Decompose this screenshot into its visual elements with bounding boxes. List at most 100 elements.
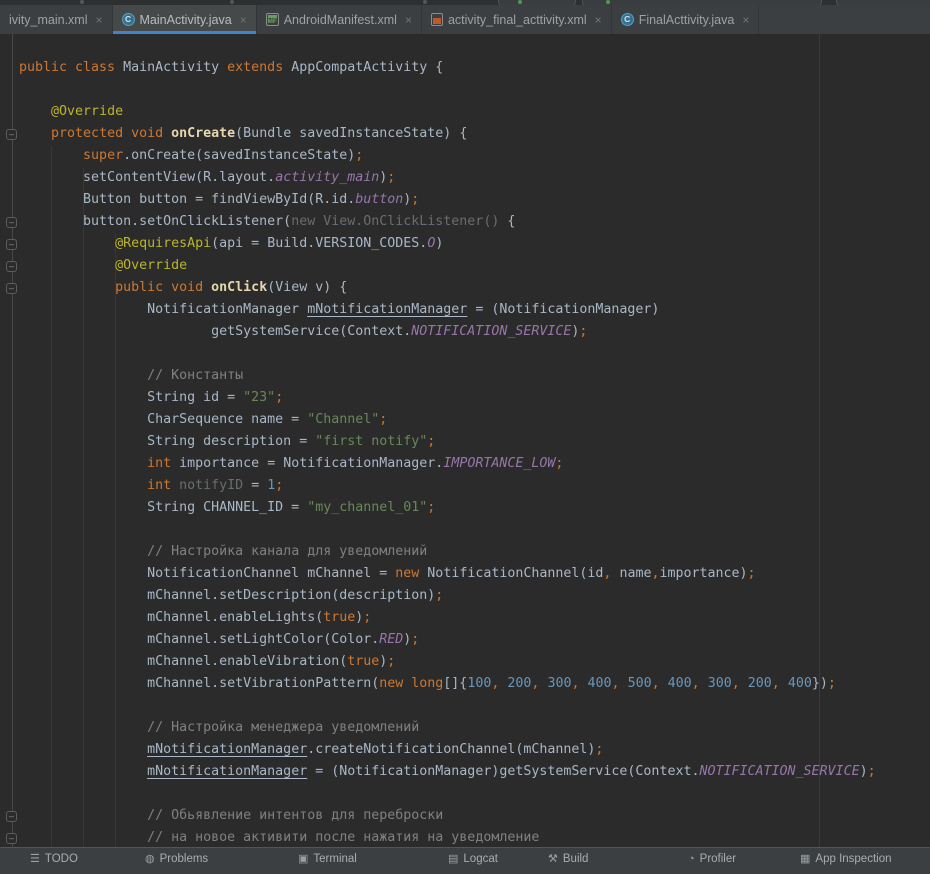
tab-ivity-main-xml[interactable]: ivity_main.xml× [0, 5, 113, 34]
close-icon[interactable]: × [595, 14, 602, 26]
code-line[interactable]: @Override [19, 101, 930, 123]
code-line[interactable] [19, 519, 930, 541]
toolbar-dot [423, 0, 427, 4]
fold-marker-icon[interactable]: – [6, 833, 17, 844]
code-line[interactable]: mChannel.setLightColor(Color.RED); [19, 629, 930, 651]
code-token: new View.OnClickListener() [291, 214, 507, 229]
code-line[interactable]: super.onCreate(savedInstanceState); [19, 145, 930, 167]
code-line[interactable] [19, 695, 930, 717]
code-line[interactable] [19, 783, 930, 805]
todo-icon: ☰ [30, 854, 40, 865]
code-token: ; [555, 456, 563, 471]
code-token: activity_main [275, 170, 379, 185]
code-token [19, 742, 147, 757]
code-token: ; [355, 148, 363, 163]
tab-label: activity_final_acttivity.xml [448, 13, 587, 27]
code-line[interactable]: mChannel.enableLights(true); [19, 607, 930, 629]
code-token: ; [275, 390, 283, 405]
code-token: super [83, 148, 123, 163]
code-token: .createNotificationChannel(mChannel) [307, 742, 595, 757]
code-line[interactable]: public void onClick(View v) { [19, 277, 930, 299]
logcat-icon: ▤ [448, 854, 458, 865]
run-icon[interactable] [606, 0, 610, 4]
code-token: "first notify" [315, 434, 427, 449]
code-line[interactable]: // Обьявление интентов для переброски [19, 805, 930, 827]
code-line[interactable]: // на новое активити после нажатия на ув… [19, 827, 930, 847]
fold-marker-icon[interactable]: – [6, 129, 17, 140]
code-token: @Override [51, 104, 123, 119]
app-inspection-icon: ▦ [800, 854, 810, 865]
fold-marker-icon[interactable]: – [6, 261, 17, 272]
fold-marker-icon[interactable]: – [6, 239, 17, 250]
code-line[interactable]: setContentView(R.layout.activity_main); [19, 167, 930, 189]
code-token [19, 236, 115, 251]
code-token: @RequiresApi [115, 236, 211, 251]
code-token: importance) [659, 566, 747, 581]
tab-mainactivity-java[interactable]: CMainActivity.java× [113, 5, 257, 34]
code-line[interactable]: NotificationChannel mChannel = new Notif… [19, 563, 930, 585]
code-token [580, 676, 588, 691]
code-token: ; [427, 500, 435, 515]
code-line[interactable]: mNotificationManager.createNotificationC… [19, 739, 930, 761]
code-token: mChannel.setVibrationPattern( [19, 676, 379, 691]
editor[interactable]: public class MainActivity extends AppCom… [0, 34, 930, 847]
close-icon[interactable]: × [405, 14, 412, 26]
code-line[interactable]: // Константы [19, 365, 930, 387]
code-line[interactable]: button.setOnClickListener(new View.OnCli… [19, 211, 930, 233]
code-line[interactable] [19, 79, 930, 101]
code-line[interactable]: mNotificationManager = (NotificationMana… [19, 761, 930, 783]
code-token: int [147, 478, 171, 493]
code-line[interactable]: Button button = findViewById(R.id.button… [19, 189, 930, 211]
code-token: 400 [588, 676, 612, 691]
code-line[interactable]: // Настройка канала для уведомлений [19, 541, 930, 563]
code-line[interactable]: @RequiresApi(api = Build.VERSION_CODES.O… [19, 233, 930, 255]
editor-tab-bar: ivity_main.xml×CMainActivity.java×MFAndr… [0, 5, 930, 35]
fold-marker-icon[interactable]: – [6, 283, 17, 294]
code-line[interactable]: protected void onCreate(Bundle savedInst… [19, 123, 930, 145]
tab-androidmanifest-xml[interactable]: MFAndroidManifest.xml× [257, 5, 422, 34]
code-token: // Обьявление интентов для переброски [147, 808, 443, 823]
tab-finalacttivity-java[interactable]: CFinalActtivity.java× [612, 5, 760, 34]
code-token [19, 148, 83, 163]
code-line[interactable] [19, 343, 930, 365]
code-line[interactable]: CharSequence name = "Channel"; [19, 409, 930, 431]
code-line[interactable]: int notifyID = 1; [19, 475, 930, 497]
code-line[interactable]: mChannel.setVibrationPattern(new long[]{… [19, 673, 930, 695]
close-icon[interactable]: × [96, 14, 103, 26]
fold-marker-icon[interactable]: – [6, 811, 17, 822]
code-line[interactable]: public class MainActivity extends AppCom… [19, 57, 930, 79]
tab-activity-final-acttivity-xml[interactable]: activity_final_acttivity.xml × [422, 5, 612, 34]
code-line[interactable]: mChannel.setDescription(description); [19, 585, 930, 607]
fold-marker-icon[interactable]: – [6, 217, 17, 228]
code-line[interactable]: String CHANNEL_ID = "my_channel_01"; [19, 497, 930, 519]
code-line[interactable]: @Override [19, 255, 930, 277]
code-token: ; [363, 610, 371, 625]
code-token: ; [579, 324, 587, 339]
terminal-icon: ▣ [298, 854, 308, 865]
code-token: // Настройка канала для уведомлений [147, 544, 427, 559]
code-token: ) [435, 236, 443, 251]
code-token [19, 478, 147, 493]
code-token: ; [748, 566, 756, 581]
layout-xml-file-icon [431, 13, 443, 26]
code-token: true [323, 610, 355, 625]
code-token [19, 830, 147, 845]
code-token: // Настройка менеджера уведомлений [147, 720, 419, 735]
code-token [19, 764, 147, 779]
code-line[interactable]: int importance = NotificationManager.IMP… [19, 453, 930, 475]
code-line[interactable]: getSystemService(Context.NOTIFICATION_SE… [19, 321, 930, 343]
code-token: new [395, 566, 419, 581]
code-line[interactable]: String description = "first notify"; [19, 431, 930, 453]
code-line[interactable]: NotificationManager mNotificationManager… [19, 299, 930, 321]
code-token [19, 258, 115, 273]
close-icon[interactable]: × [240, 14, 247, 26]
run-icon[interactable] [518, 0, 522, 4]
close-icon[interactable]: × [742, 14, 749, 26]
code-token: 400 [788, 676, 812, 691]
code-line[interactable]: // Настройка менеджера уведомлений [19, 717, 930, 739]
code-line[interactable]: mChannel.enableVibration(true); [19, 651, 930, 673]
code-token: }) [812, 676, 828, 691]
code-token: ; [595, 742, 603, 757]
code-area[interactable]: public class MainActivity extends AppCom… [0, 34, 930, 847]
code-line[interactable]: String id = "23"; [19, 387, 930, 409]
